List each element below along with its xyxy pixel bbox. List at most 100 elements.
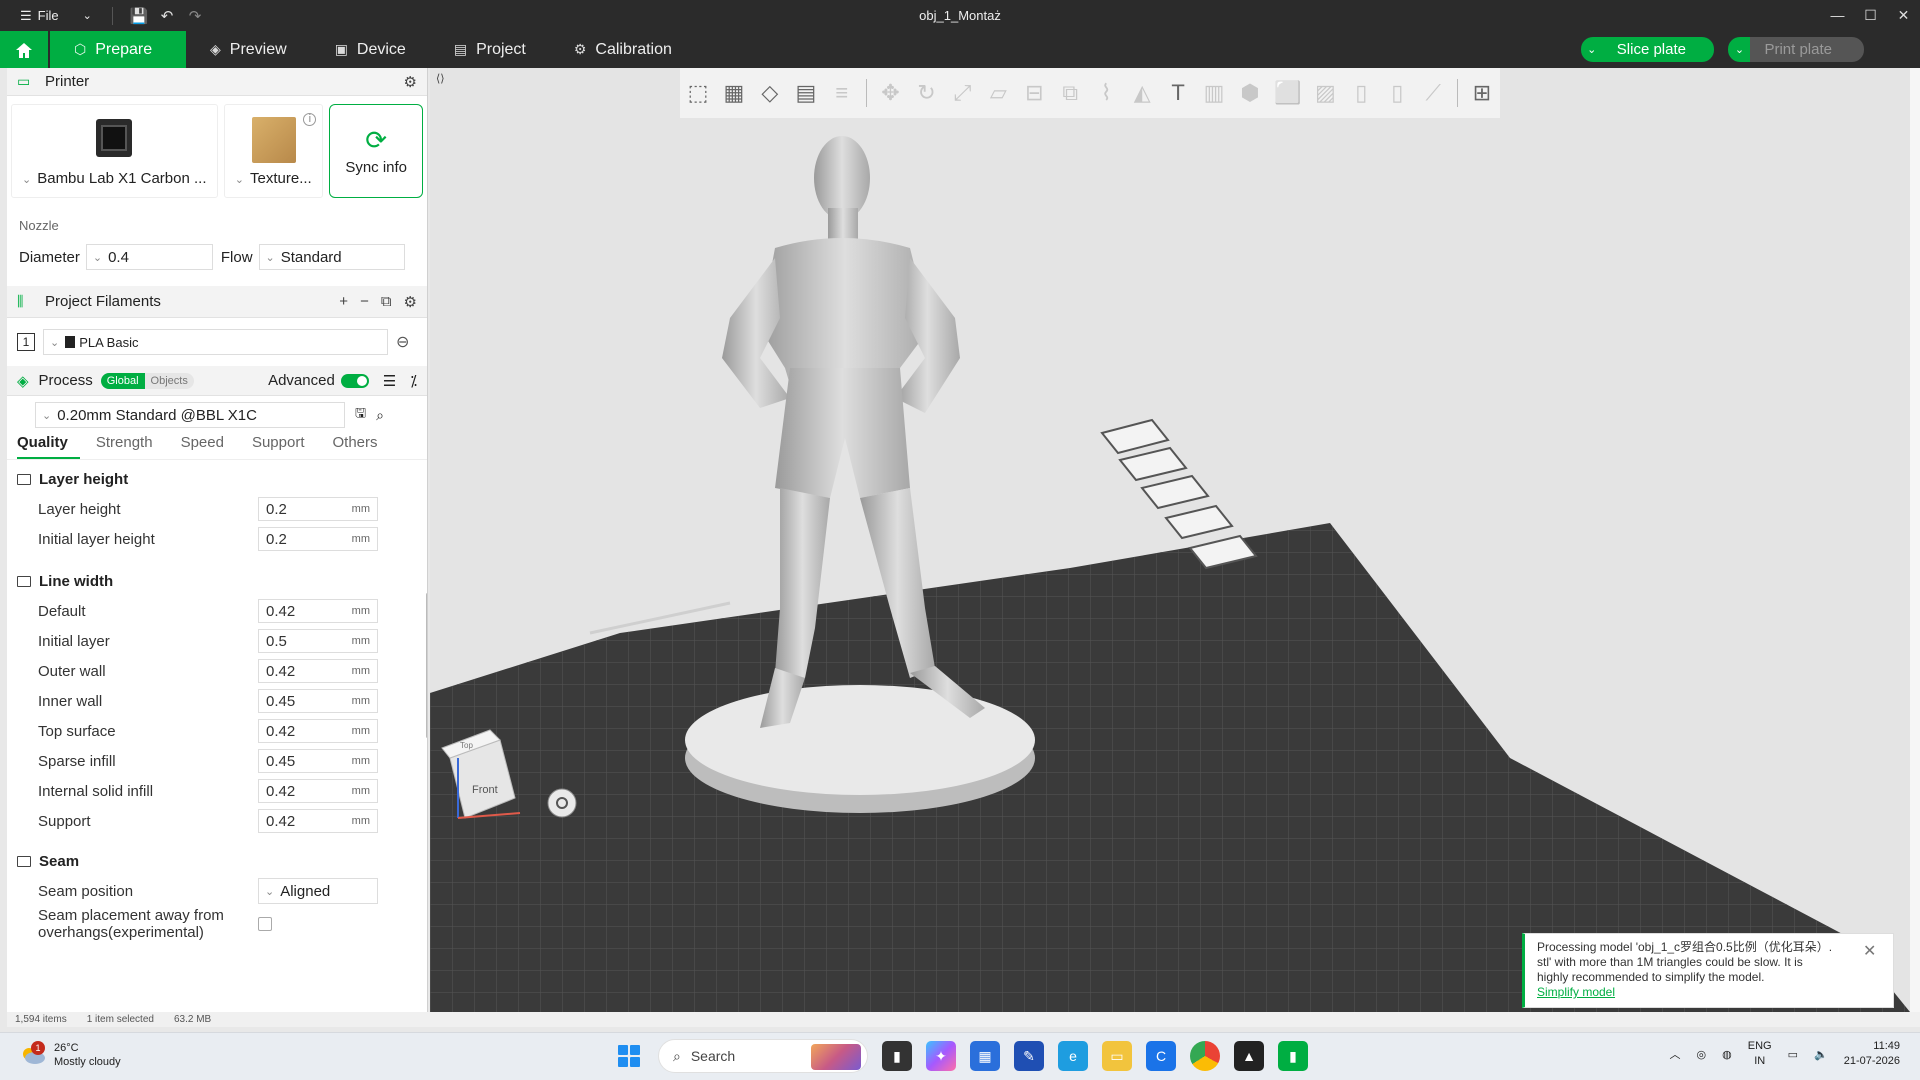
sidebar-scrollbar[interactable]	[426, 593, 427, 738]
redo-icon[interactable]: ↷	[181, 7, 209, 25]
cut-icon[interactable]: ⊟	[1022, 77, 1046, 109]
camera-reset-icon[interactable]	[547, 788, 577, 818]
clock[interactable]: 11:49 21-07-2026	[1844, 1039, 1900, 1069]
tab-speed[interactable]: Speed	[181, 434, 236, 459]
ruler-icon[interactable]: ⟋	[1421, 77, 1445, 109]
maximize-button[interactable]: ☐	[1854, 0, 1887, 31]
simplify-model-link[interactable]: Simplify model	[1537, 985, 1863, 1000]
filament-color-swatch[interactable]	[65, 336, 76, 348]
start-button[interactable]	[614, 1041, 644, 1071]
top-surface-width-input[interactable]: 0.42 mm	[258, 719, 378, 743]
objects-tab[interactable]: Objects	[144, 372, 194, 389]
add-plate-icon[interactable]: ▦	[722, 77, 746, 109]
global-objects-toggle[interactable]: Global Objects	[100, 372, 194, 389]
split-parts-icon[interactable]: ▯	[1385, 77, 1409, 109]
tab-project[interactable]: ▤ Project	[430, 31, 550, 68]
boolean-icon[interactable]: ⧉	[1058, 77, 1082, 109]
taskbar-search[interactable]: ⌕ Search	[658, 1039, 868, 1073]
variable-layer-icon[interactable]: ▨	[1313, 77, 1337, 109]
tab-device[interactable]: ▣ Device	[311, 31, 430, 68]
inner-wall-width-input[interactable]: 0.45 mm	[258, 689, 378, 713]
list-icon[interactable]: ☰	[383, 372, 396, 390]
print-plate-button[interactable]: Print plate	[1750, 37, 1864, 62]
printer-selector[interactable]: ⌄ Bambu Lab X1 Carbon ...	[11, 104, 218, 198]
support-width-input[interactable]: 0.42 mm	[258, 809, 378, 833]
tab-quality[interactable]: Quality	[17, 434, 80, 459]
display-icon[interactable]: ▭	[1788, 1048, 1798, 1061]
weather-widget[interactable]: 1 26°C Mostly cloudy	[20, 1041, 121, 1069]
seam-position-select[interactable]: ⌄ Aligned	[258, 878, 378, 904]
move-icon[interactable]: ✥	[879, 77, 903, 109]
app-c-icon[interactable]: C	[1146, 1041, 1176, 1071]
default-width-input[interactable]: 0.42 mm	[258, 599, 378, 623]
plate-selector[interactable]: i ⌄ Texture...	[223, 104, 324, 198]
initial-layer-height-input[interactable]: 0.2 mm	[258, 527, 378, 551]
color-paint-icon[interactable]: ◭	[1130, 77, 1154, 109]
bambu-studio-icon[interactable]: ▮	[1278, 1041, 1308, 1071]
tab-preview[interactable]: ◈ Preview	[186, 31, 311, 68]
add-object-icon[interactable]: ⬚	[686, 77, 710, 109]
global-tab[interactable]: Global	[100, 372, 145, 389]
layer-height-input[interactable]: 0.2 mm	[258, 497, 378, 521]
explode-icon[interactable]: ⊞	[1470, 77, 1494, 109]
scale-icon[interactable]: ⤢	[950, 77, 974, 109]
filament-select[interactable]: ⌄ PLA Basic	[43, 329, 388, 355]
save-preset-icon[interactable]: 🖫	[355, 404, 366, 426]
printer-app-icon[interactable]: ▲	[1234, 1041, 1264, 1071]
tab-prepare[interactable]: ⬡ Prepare	[50, 31, 186, 68]
file-explorer-icon[interactable]: ▭	[1102, 1041, 1132, 1071]
arrange-icon[interactable]: ▤	[794, 77, 818, 109]
outer-wall-width-input[interactable]: 0.42 mm	[258, 659, 378, 683]
minimize-button[interactable]: —	[1821, 0, 1854, 31]
edge-icon[interactable]: e	[1058, 1041, 1088, 1071]
remove-circle-icon[interactable]: ⊖	[396, 332, 409, 352]
printer-settings-icon[interactable]: ⚙	[404, 73, 417, 91]
svg-icon[interactable]: ▥	[1202, 77, 1226, 109]
measure-box-icon[interactable]: ⬜	[1274, 77, 1301, 109]
internal-solid-infill-width-input[interactable]: 0.42 mm	[258, 779, 378, 803]
compare-icon[interactable]: ⁒	[410, 372, 417, 390]
flow-select[interactable]: ⌄ Standard	[258, 244, 405, 270]
security-icon[interactable]: ◎	[1697, 1048, 1707, 1061]
filament-settings-icon[interactable]: ⚙	[404, 293, 417, 311]
filament-sync-icon[interactable]: ⧉	[381, 293, 392, 311]
chevron-up-icon[interactable]: ︿	[1670, 1046, 1681, 1062]
chrome-icon[interactable]	[1190, 1041, 1220, 1071]
close-window-button[interactable]: ✕	[1887, 0, 1920, 31]
remove-filament-icon[interactable]: −	[360, 293, 369, 311]
support-paint-icon[interactable]: ⌇	[1094, 77, 1118, 109]
tab-support[interactable]: Support	[252, 434, 317, 459]
layers-icon[interactable]: ≡	[830, 77, 854, 109]
auto-orient-icon[interactable]: ◇	[758, 77, 782, 109]
advanced-switch[interactable]	[340, 373, 369, 388]
language-indicator[interactable]: ENG IN	[1748, 1039, 1772, 1069]
text-icon[interactable]: T	[1166, 77, 1190, 109]
sync-info-button[interactable]: ⟳ Sync info	[329, 104, 423, 198]
undo-icon[interactable]: ↶	[153, 7, 181, 25]
initial-layer-width-input[interactable]: 0.5 mm	[258, 629, 378, 653]
close-icon[interactable]: ✕	[1863, 944, 1881, 962]
slice-plate-button[interactable]: Slice plate	[1602, 37, 1714, 62]
slice-dropdown-button[interactable]: ⌄	[1580, 37, 1603, 62]
search-icon[interactable]: ⌕	[376, 407, 384, 424]
split-objects-icon[interactable]: ▯	[1349, 77, 1373, 109]
print-dropdown-button[interactable]: ⌄	[1728, 37, 1751, 62]
store-icon[interactable]: ▦	[970, 1041, 1000, 1071]
add-filament-icon[interactable]: +	[339, 293, 348, 311]
file-menu[interactable]: ☰ File ⌄	[0, 8, 100, 24]
save-icon[interactable]: 💾	[125, 7, 153, 25]
lay-on-face-icon[interactable]: ▱	[986, 77, 1010, 109]
sparse-infill-width-input[interactable]: 0.45 mm	[258, 749, 378, 773]
process-preset-select[interactable]: ⌄ 0.20mm Standard @BBL X1C	[35, 402, 345, 428]
info-icon[interactable]: i	[303, 113, 317, 126]
3d-viewport[interactable]: Front Top	[430, 68, 1910, 1012]
rotate-icon[interactable]: ↻	[914, 77, 938, 109]
home-button[interactable]	[0, 31, 48, 68]
diameter-select[interactable]: ⌄ 0.4	[85, 244, 213, 270]
volume-icon[interactable]: 🔈	[1814, 1048, 1828, 1061]
pen-app-icon[interactable]: ✎	[1014, 1041, 1044, 1071]
assembly-icon[interactable]: ⬢	[1238, 77, 1262, 109]
collapse-sidebar-icon[interactable]: ⟨⟩	[436, 72, 445, 85]
copilot-icon[interactable]: ✦	[926, 1041, 956, 1071]
tab-strength[interactable]: Strength	[96, 434, 165, 459]
